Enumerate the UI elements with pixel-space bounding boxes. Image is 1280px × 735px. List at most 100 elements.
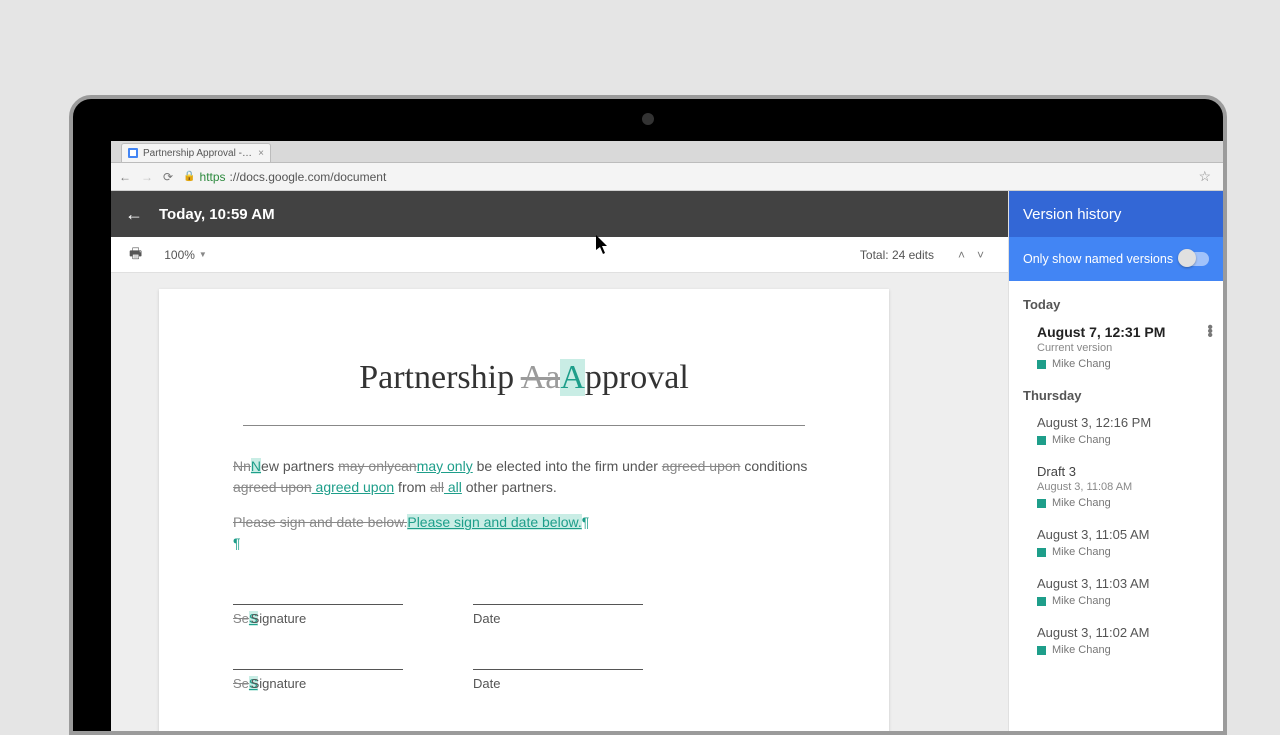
revision-toolbar: 🖶 100% ▼ Total: 24 edits ˄ ˅	[111, 237, 1008, 273]
sidebar-title-text: Version history	[1023, 206, 1121, 223]
sig-label: Signature	[251, 676, 307, 691]
title-text-2: pproval	[585, 359, 689, 396]
version-time: August 3, 11:05 AM	[1037, 527, 1209, 542]
paragraph-2: Please sign and date below.Please sign a…	[233, 512, 815, 554]
tab-title: Partnership Approval - Googl…	[143, 148, 253, 159]
title-text: Partnership	[359, 359, 520, 396]
version-author: Mike Chang	[1037, 358, 1209, 370]
kebab-icon[interactable]: •••	[1207, 326, 1213, 338]
zoom-dropdown[interactable]: 100% ▼	[164, 248, 207, 262]
next-edit-icon[interactable]: ˅	[971, 248, 990, 262]
lock-icon: 🔒	[183, 171, 195, 182]
author-color-icon	[1037, 436, 1046, 445]
pilcrow-icon: ¶	[233, 535, 241, 551]
sidebar-body: Today August 7, 12:31 PM Current version…	[1009, 281, 1223, 731]
version-time: August 3, 11:02 AM	[1037, 625, 1209, 640]
revision-title: Today, 10:59 AM	[159, 206, 275, 223]
p1-t5: other partners.	[462, 479, 557, 495]
toggle-switch[interactable]	[1179, 252, 1209, 266]
author-color-icon	[1037, 499, 1046, 508]
p1-del5: all	[430, 479, 444, 495]
author-name: Mike Chang	[1052, 497, 1111, 509]
version-author: Mike Chang	[1037, 497, 1209, 509]
pilcrow-icon: ¶	[582, 514, 590, 530]
nav-forward-icon[interactable]: →	[141, 170, 153, 184]
author-color-icon	[1037, 597, 1046, 606]
sig-del: Se	[233, 676, 249, 691]
author-name: Mike Chang	[1052, 595, 1111, 607]
docs-favicon-icon	[128, 148, 138, 158]
paragraph-1: NnNew partners may onlycanmay only be el…	[233, 456, 815, 498]
version-author: Mike Chang	[1037, 644, 1209, 656]
author-name: Mike Chang	[1052, 358, 1111, 370]
sig-label: Signature	[251, 611, 307, 626]
date-cell: Date	[473, 669, 643, 694]
author-name: Mike Chang	[1052, 546, 1111, 558]
chevron-down-icon: ▼	[199, 250, 207, 259]
print-icon[interactable]: 🖶	[129, 243, 142, 267]
version-item[interactable]: August 3, 11:03 AM Mike Chang	[1009, 568, 1223, 617]
revision-header: ← Today, 10:59 AM	[111, 191, 1008, 237]
document-page: Partnership AaApproval NnNew partners ma…	[159, 289, 889, 731]
version-item[interactable]: August 3, 11:05 AM Mike Chang	[1009, 519, 1223, 568]
laptop-frame: Partnership Approval - Googl… × ← → ⟳ 🔒 …	[69, 95, 1227, 735]
camera-dot	[642, 113, 654, 125]
p1-ins3: all	[444, 479, 462, 495]
p1-t3: conditions	[740, 458, 807, 474]
document-body: NnNew partners may onlycanmay only be el…	[233, 456, 815, 731]
p2-del: Please sign and date below.	[233, 514, 407, 530]
version-author: Mike Chang	[1037, 595, 1209, 607]
version-time: August 7, 12:31 PM	[1037, 324, 1209, 340]
version-item[interactable]: Draft 3 August 3, 11:08 AM Mike Chang	[1009, 456, 1223, 519]
edits-total: Total: 24 edits	[860, 248, 934, 262]
version-item-current[interactable]: August 7, 12:31 PM Current version Mike …	[1009, 316, 1223, 380]
section-today: Today	[1009, 289, 1223, 316]
version-item[interactable]: August 3, 11:02 AM Mike Chang	[1009, 617, 1223, 666]
version-author: Mike Chang	[1037, 434, 1209, 446]
date-cell: Date	[473, 604, 643, 629]
version-author: Mike Chang	[1037, 546, 1209, 558]
main-column: ← Today, 10:59 AM 🖶 100% ▼ Total: 24 edi…	[111, 191, 1008, 731]
bookmark-star-icon[interactable]: ☆	[1198, 168, 1211, 185]
title-inserted: A	[560, 359, 585, 396]
signature-row-2: SeSSignature Date	[233, 669, 815, 694]
version-item[interactable]: August 3, 12:16 PM Mike Chang	[1009, 407, 1223, 456]
author-color-icon	[1037, 360, 1046, 369]
version-subtitle: Current version	[1037, 342, 1209, 354]
author-name: Mike Chang	[1052, 434, 1111, 446]
signature-cell: SeSSignature	[233, 669, 403, 694]
version-time: August 3, 11:08 AM	[1037, 481, 1209, 493]
p1-t1: ew partners	[261, 458, 338, 474]
prev-edit-icon[interactable]: ˄	[952, 248, 971, 262]
url-scheme: https	[200, 170, 226, 184]
p1-del-nn: Nn	[233, 458, 251, 474]
title-rule	[243, 425, 805, 426]
version-name: Draft 3	[1037, 464, 1209, 479]
date-label: Date	[473, 611, 500, 626]
p2-ins: Please sign and date below.	[407, 514, 581, 530]
sidebar-title: Version history	[1009, 191, 1223, 237]
named-versions-toggle-row[interactable]: Only show named versions	[1009, 237, 1223, 281]
document-title: Partnership AaApproval	[243, 359, 805, 397]
p1-ins2: agreed upon	[312, 479, 395, 495]
p1-del1: may only	[338, 458, 394, 474]
tab-close-icon[interactable]: ×	[258, 148, 264, 159]
p1-del4: agreed upon	[233, 479, 312, 495]
version-history-panel: Version history Only show named versions…	[1008, 191, 1223, 731]
sig-del: Se	[233, 611, 249, 626]
date-label: Date	[473, 676, 500, 691]
nav-reload-icon[interactable]: ⟳	[163, 170, 173, 184]
url-rest: ://docs.google.com/document	[230, 170, 387, 184]
signature-row-1: SeSSignature Date	[233, 604, 815, 629]
document-canvas[interactable]: Partnership AaApproval NnNew partners ma…	[111, 273, 1008, 731]
nav-back-icon[interactable]: ←	[119, 170, 131, 184]
screen: Partnership Approval - Googl… × ← → ⟳ 🔒 …	[111, 141, 1223, 731]
browser-tab[interactable]: Partnership Approval - Googl… ×	[121, 143, 271, 162]
section-thursday: Thursday	[1009, 380, 1223, 407]
zoom-value: 100%	[164, 248, 195, 262]
title-deleted: Aa	[521, 359, 561, 396]
url-field[interactable]: 🔒 https ://docs.google.com/document	[183, 170, 1188, 184]
author-name: Mike Chang	[1052, 644, 1111, 656]
browser-address-bar: ← → ⟳ 🔒 https ://docs.google.com/document…	[111, 163, 1223, 191]
back-arrow-icon[interactable]: ←	[125, 204, 143, 225]
